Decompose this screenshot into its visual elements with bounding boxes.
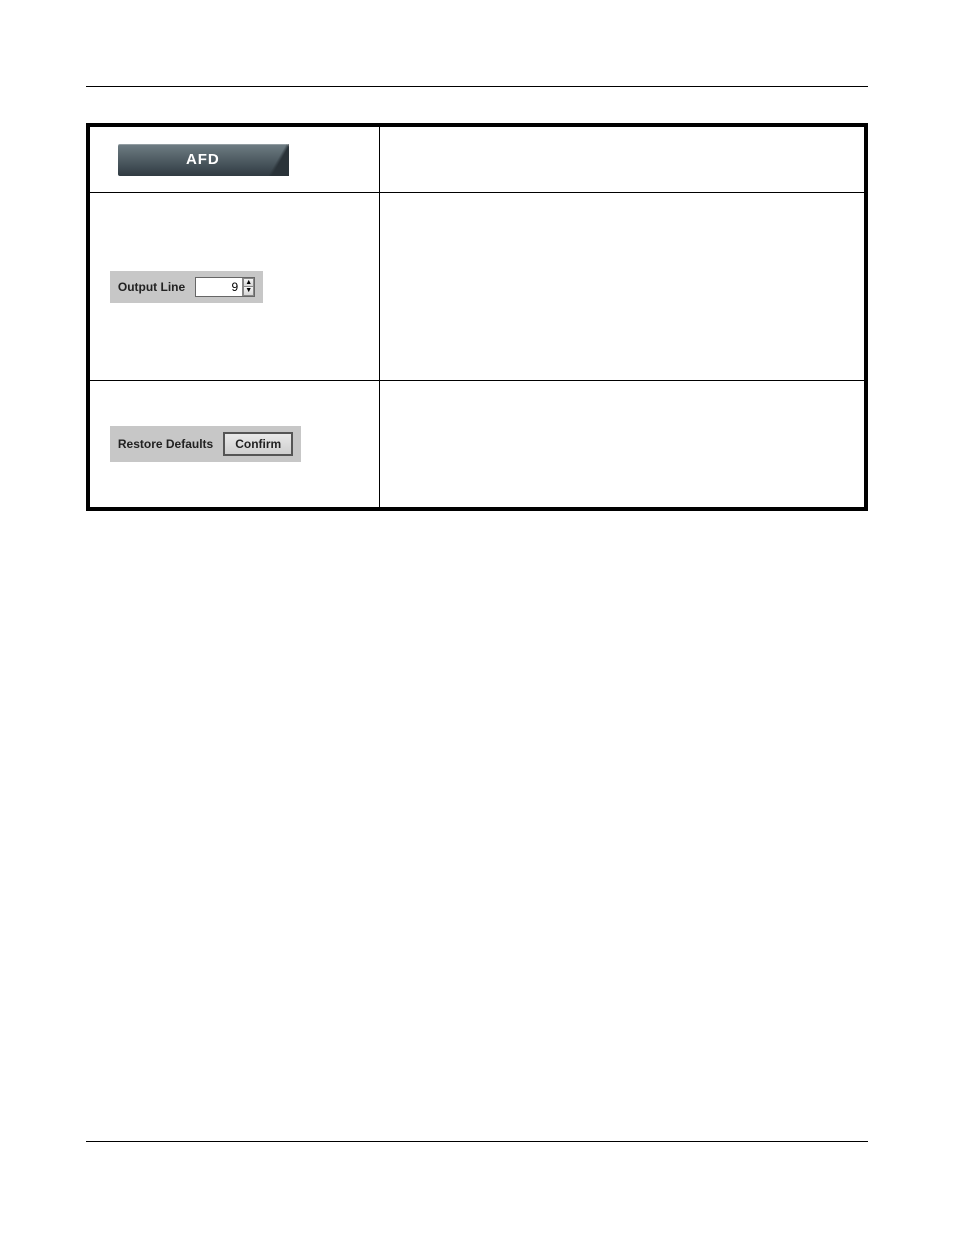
confirm-button[interactable]: Confirm [223, 432, 293, 456]
table-row: Output Line ▲ ▼ [88, 193, 866, 381]
stepper-up[interactable]: ▲ [243, 278, 254, 287]
cell-empty [380, 125, 866, 193]
output-line-field: ▲ ▼ [195, 277, 255, 297]
output-line-input[interactable] [196, 278, 242, 296]
cell-empty [380, 193, 866, 381]
chevron-down-icon: ▼ [245, 287, 252, 294]
restore-defaults-label: Restore Defaults [118, 437, 213, 451]
divider-top [86, 86, 868, 87]
output-line-control: Output Line ▲ ▼ [110, 271, 263, 303]
afd-tab-label: AFD [186, 151, 220, 168]
cell-output-line: Output Line ▲ ▼ [88, 193, 380, 381]
cell-restore-defaults: Restore Defaults Confirm [88, 381, 380, 509]
afd-table: AFD Output Line ▲ ▼ [86, 123, 868, 511]
page-content: AFD Output Line ▲ ▼ [0, 0, 954, 1235]
chevron-up-icon: ▲ [245, 279, 252, 286]
divider-bottom [86, 1141, 868, 1142]
cell-empty [380, 381, 866, 509]
output-line-stepper: ▲ ▼ [242, 278, 254, 296]
table-row: AFD [88, 125, 866, 193]
cell-afd-tab: AFD [88, 125, 380, 193]
stepper-down[interactable]: ▼ [243, 286, 254, 296]
output-line-label: Output Line [118, 280, 185, 294]
restore-defaults-control: Restore Defaults Confirm [110, 426, 301, 462]
table-row: Restore Defaults Confirm [88, 381, 866, 509]
afd-tab[interactable]: AFD [118, 144, 288, 176]
